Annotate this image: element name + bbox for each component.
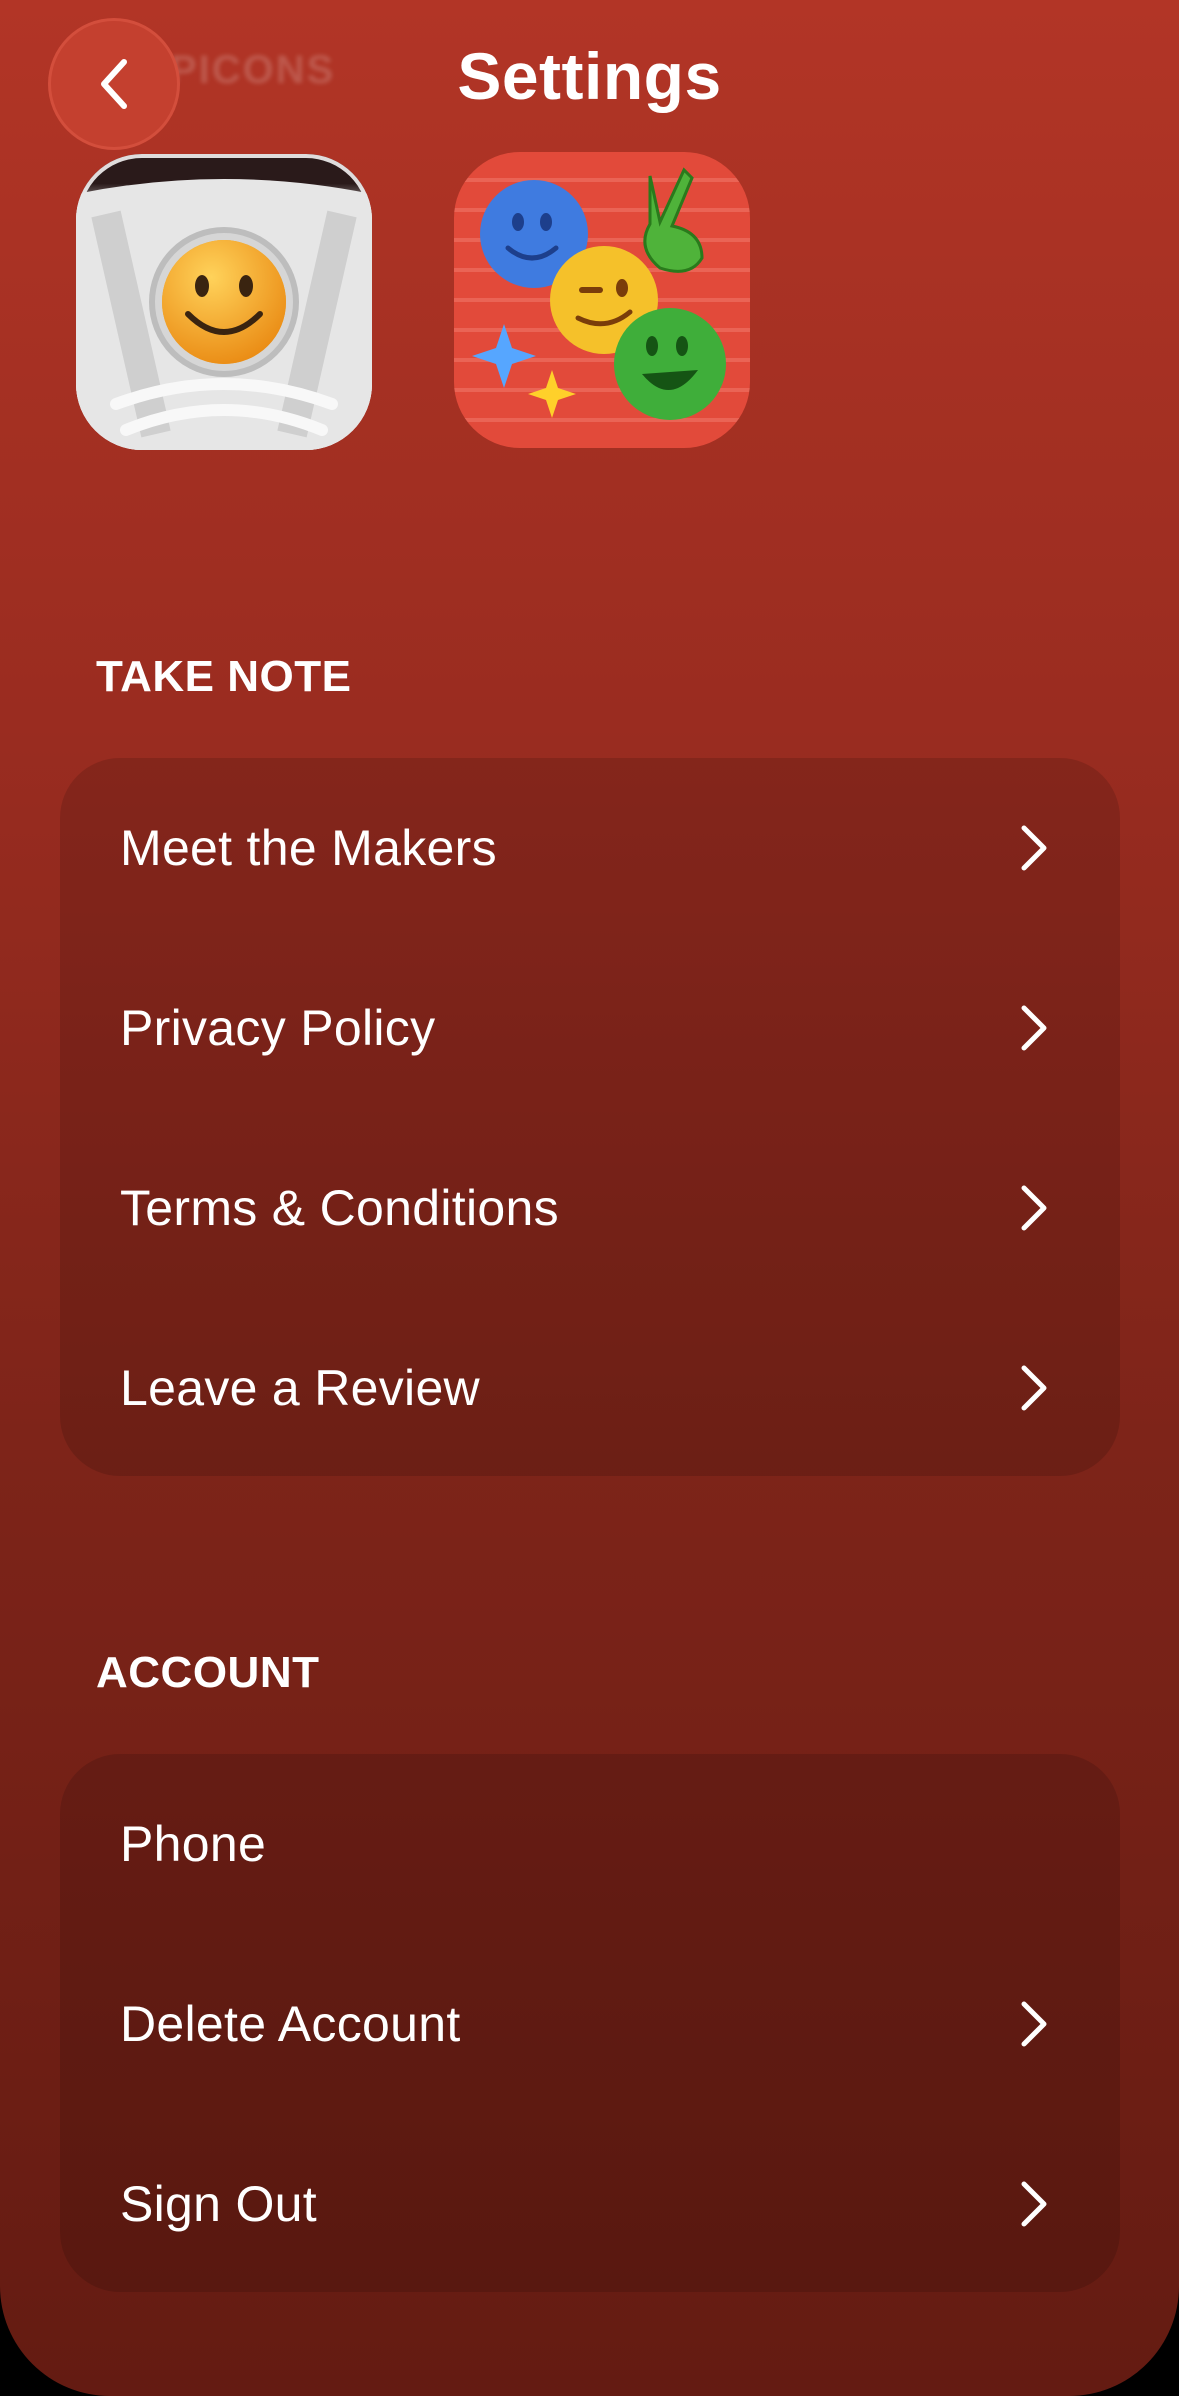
- menu-item-label: Leave a Review: [120, 1360, 480, 1416]
- menu-item-label: Sign Out: [120, 2176, 317, 2232]
- menu-item-label: Terms & Conditions: [120, 1180, 559, 1236]
- chevron-right-icon: [1021, 825, 1047, 871]
- menu-item-meet-the-makers[interactable]: Meet the Makers: [60, 758, 1120, 938]
- menu-item-delete-account[interactable]: Delete Account: [60, 1934, 1120, 2114]
- menu-item-label: Privacy Policy: [120, 1000, 436, 1056]
- take-note-card: Meet the Makers Privacy Policy Terms & C…: [60, 758, 1120, 1476]
- menu-item-label: Delete Account: [120, 1996, 461, 2052]
- chevron-right-icon: [1021, 1185, 1047, 1231]
- page-title: Settings: [457, 39, 722, 113]
- section-header-account: ACCOUNT: [96, 1648, 320, 1697]
- settings-screen: PICONS Settings TAKE NOTE Meet the Maker…: [0, 0, 1179, 2396]
- emoji-faces-illustration: [472, 167, 726, 420]
- account-card: Phone Delete Account Sign Out: [60, 1754, 1120, 2292]
- menu-item-phone[interactable]: Phone: [60, 1754, 1120, 1934]
- chevron-right-icon: [1021, 1005, 1047, 1051]
- section-header-take-note: TAKE NOTE: [96, 652, 352, 701]
- menu-item-label: Phone: [120, 1816, 267, 1872]
- menu-item-sign-out[interactable]: Sign Out: [60, 2114, 1120, 2294]
- menu-item-label: Meet the Makers: [120, 820, 497, 876]
- chevron-right-icon: [1021, 2181, 1047, 2227]
- sneaker-illustration: [76, 179, 372, 450]
- menu-item-leave-a-review[interactable]: Leave a Review: [60, 1298, 1120, 1478]
- chevron-right-icon: [1021, 1365, 1047, 1411]
- menu-item-terms-conditions[interactable]: Terms & Conditions: [60, 1118, 1120, 1298]
- emoji-faces-app-icon[interactable]: [454, 152, 750, 448]
- smiley-sneaker-app-icon[interactable]: [76, 154, 372, 450]
- chevron-right-icon: [1021, 2001, 1047, 2047]
- menu-item-privacy-policy[interactable]: Privacy Policy: [60, 938, 1120, 1118]
